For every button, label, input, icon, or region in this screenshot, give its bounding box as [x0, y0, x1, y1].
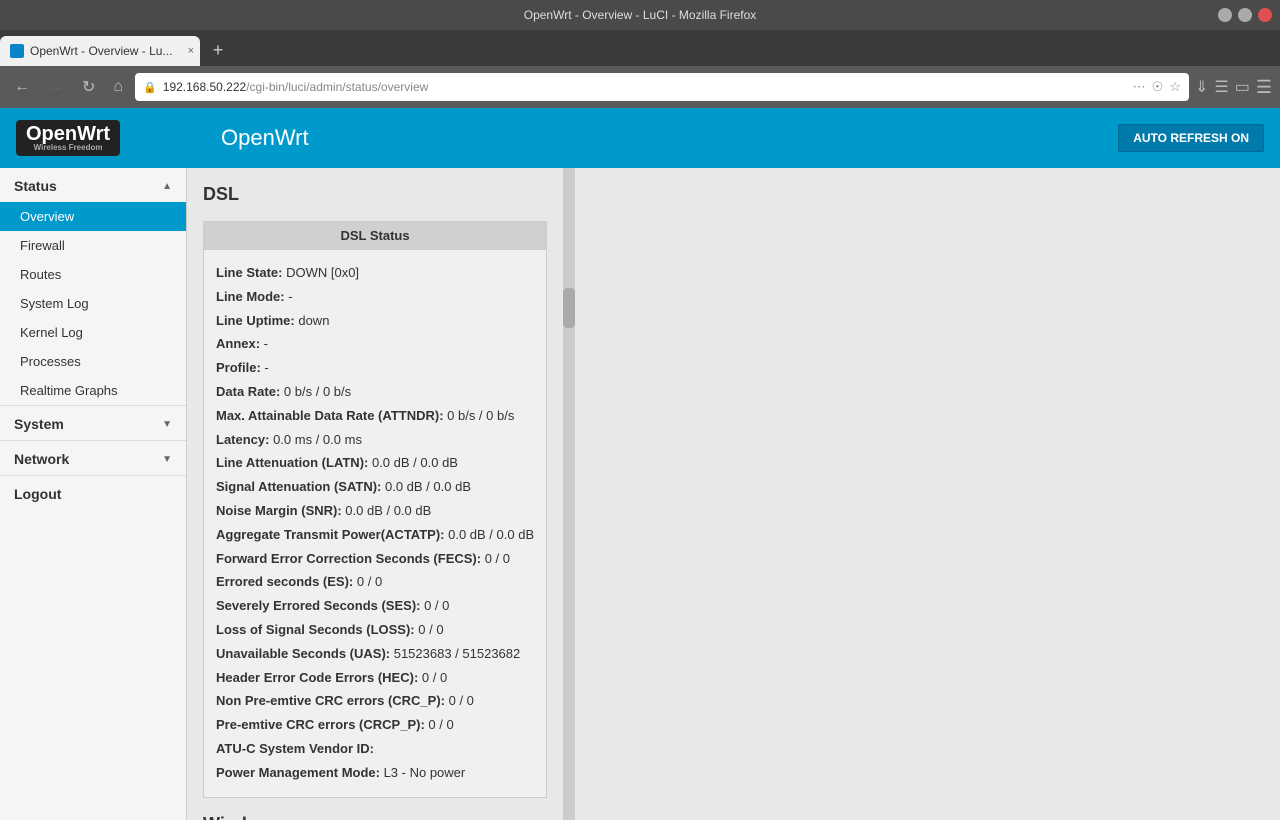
download-icon[interactable]: ⇓ [1195, 77, 1208, 97]
scrollbar-thumb[interactable] [563, 288, 575, 328]
network-chevron-icon: ▼ [162, 454, 172, 465]
sidebar-item-realtimegraphs[interactable]: Realtime Graphs [0, 376, 186, 405]
table-row: Errored seconds (ES): 0 / 0 [216, 572, 534, 593]
dsl-title: DSL [203, 184, 547, 209]
sidebar-item-firewall[interactable]: Firewall [0, 231, 186, 260]
tab-label: OpenWrt - Overview - Lu... [30, 44, 172, 58]
sidebar-status-header[interactable]: Status ▲ [0, 168, 186, 202]
tab-favicon [10, 44, 24, 58]
sidebar-item-systemlog[interactable]: System Log [0, 289, 186, 318]
sidebar-network-label: Network [14, 451, 69, 467]
table-row: Max. Attainable Data Rate (ATTNDR): 0 b/… [216, 406, 534, 427]
browser-tabbar: OpenWrt - Overview - Lu... × + [0, 30, 1280, 66]
back-btn[interactable]: ← [8, 74, 36, 100]
sidebar-system-header[interactable]: System ▼ [0, 405, 186, 440]
address-box[interactable]: 🔒 192.168.50.222/cgi-bin/luci/admin/stat… [135, 73, 1189, 101]
auto-refresh-btn[interactable]: AUTO REFRESH ON [1118, 124, 1264, 152]
lock-icon: 🔒 [143, 81, 157, 94]
table-row: Non Pre-emtive CRC errors (CRC_P): 0 / 0 [216, 691, 534, 712]
logo-area: OpenWrt Wireless Freedom [16, 120, 201, 156]
app-wrapper: OpenWrt Wireless Freedom OpenWrt AUTO RE… [0, 108, 1280, 820]
sidebar-network-header[interactable]: Network ▼ [0, 440, 186, 475]
table-row: Noise Margin (SNR): 0.0 dB / 0.0 dB [216, 501, 534, 522]
table-row: Line State: DOWN [0x0] [216, 263, 534, 284]
table-row: Power Management Mode: L3 - No power [216, 763, 534, 784]
dsl-section: DSL DSL Status Line State: DOWN [0x0] Li… [203, 184, 547, 798]
table-row: Annex: - [216, 334, 534, 355]
sidebar-system-label: System [14, 416, 64, 432]
table-row: Loss of Signal Seconds (LOSS): 0 / 0 [216, 620, 534, 641]
system-chevron-icon: ▼ [162, 419, 172, 430]
browser-tab[interactable]: OpenWrt - Overview - Lu... × [0, 36, 200, 66]
content-area: DSL DSL Status Line State: DOWN [0x0] Li… [187, 168, 563, 820]
url-path: /cgi-bin/luci/admin/status/overview [246, 80, 428, 94]
logo-sub: Wireless Freedom [26, 144, 110, 152]
table-row: Severely Errored Seconds (SES): 0 / 0 [216, 596, 534, 617]
sidebar-item-routes[interactable]: Routes [0, 260, 186, 289]
scrollbar[interactable] [563, 168, 575, 820]
address-text: 192.168.50.222/cgi-bin/luci/admin/status… [163, 80, 1127, 94]
table-row: Pre-emtive CRC errors (CRCP_P): 0 / 0 [216, 715, 534, 736]
dsl-table-header: DSL Status [204, 222, 546, 250]
address-extra: ⋯ ☉ ☆ [1133, 79, 1181, 95]
menu-dots-icon: ⋯ [1133, 79, 1146, 95]
close-btn[interactable] [1258, 8, 1272, 22]
forward-btn[interactable]: → [42, 74, 70, 100]
sidebar-toggle-icon[interactable]: ▭ [1235, 77, 1250, 97]
bookmarks-icon[interactable]: ☰ [1214, 77, 1228, 97]
table-row: Line Mode: - [216, 287, 534, 308]
table-row: Line Uptime: down [216, 311, 534, 332]
dsl-data-area: Line State: DOWN [0x0] Line Mode: - Line… [204, 250, 546, 797]
app-header: OpenWrt Wireless Freedom OpenWrt AUTO RE… [0, 108, 1280, 168]
minimize-btn[interactable] [1218, 8, 1232, 22]
home-btn[interactable]: ⌂ [107, 74, 129, 100]
status-chevron-icon: ▲ [162, 181, 172, 192]
new-tab-btn[interactable]: + [204, 36, 232, 64]
header-title: OpenWrt [221, 125, 1118, 151]
wireless-section: Wireless radio0 Type: MAC80211 802.11abg… [203, 814, 547, 820]
hamburger-menu-icon[interactable]: ☰ [1256, 77, 1272, 98]
logo-box: OpenWrt Wireless Freedom [16, 120, 120, 156]
table-row: Signal Attenuation (SATN): 0.0 dB / 0.0 … [216, 477, 534, 498]
table-row: Latency: 0.0 ms / 0.0 ms [216, 430, 534, 451]
sidebar-item-processes[interactable]: Processes [0, 347, 186, 376]
sidebar: Status ▲ Overview Firewall Routes System… [0, 168, 187, 820]
sidebar-status-label: Status [14, 178, 57, 194]
table-row: Unavailable Seconds (UAS): 51523683 / 51… [216, 644, 534, 665]
main-layout: Status ▲ Overview Firewall Routes System… [0, 168, 575, 820]
wireless-title: Wireless [203, 814, 547, 820]
table-row: Forward Error Correction Seconds (FECS):… [216, 549, 534, 570]
table-row: ATU-C System Vendor ID: [216, 739, 534, 760]
table-row: Data Rate: 0 b/s / 0 b/s [216, 382, 534, 403]
logo-text: OpenWrt [26, 123, 110, 145]
maximize-btn[interactable] [1238, 8, 1252, 22]
browser-titlebar: OpenWrt - Overview - LuCI - Mozilla Fire… [0, 0, 1280, 30]
shield-icon: ☉ [1152, 79, 1164, 95]
reload-btn[interactable]: ↻ [76, 73, 101, 101]
browser-addressbar: ← → ↻ ⌂ 🔒 192.168.50.222/cgi-bin/luci/ad… [0, 66, 1280, 108]
tab-close-btn[interactable]: × [188, 45, 194, 57]
table-row: Header Error Code Errors (HEC): 0 / 0 [216, 668, 534, 689]
table-row: Line Attenuation (LATN): 0.0 dB / 0.0 dB [216, 453, 534, 474]
table-row: Profile: - [216, 358, 534, 379]
url-scheme: 192.168.50.222 [163, 80, 246, 94]
table-row: Aggregate Transmit Power(ACTATP): 0.0 dB… [216, 525, 534, 546]
dsl-table: DSL Status Line State: DOWN [0x0] Line M… [203, 221, 547, 798]
sidebar-item-overview[interactable]: Overview [0, 202, 186, 231]
star-icon[interactable]: ☆ [1169, 79, 1181, 95]
titlebar-text: OpenWrt - Overview - LuCI - Mozilla Fire… [524, 8, 757, 22]
toolbar-right: ⇓ ☰ ▭ ☰ [1195, 77, 1272, 98]
sidebar-item-kernellog[interactable]: Kernel Log [0, 318, 186, 347]
sidebar-logout[interactable]: Logout [0, 475, 186, 512]
